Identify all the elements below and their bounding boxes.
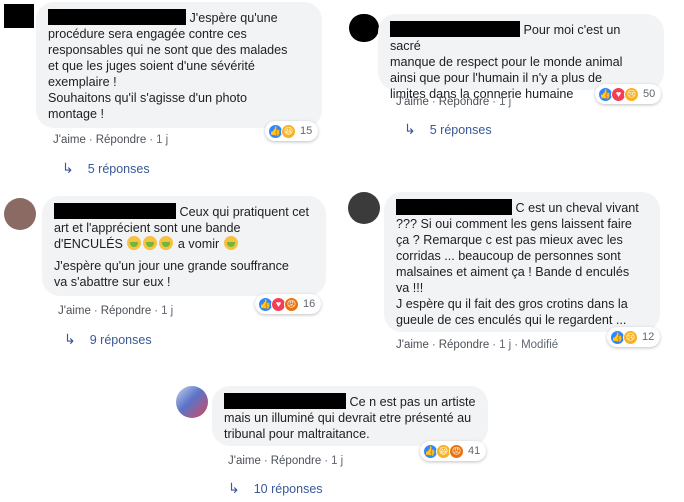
timestamp[interactable]: 1 j	[156, 134, 168, 146]
like-link[interactable]: J'aime	[53, 134, 86, 146]
comment-text: d'ENCULÉS	[54, 237, 123, 251]
comment-actions: J'aime · Répondre · 1 j	[396, 96, 512, 108]
comment-text: exemplaire !	[48, 75, 117, 89]
comment-text: responsables qui ne sont que des malades	[48, 43, 288, 57]
reply-arrow-icon: ↳	[62, 160, 74, 176]
nauseated-emoji-icon	[143, 236, 158, 250]
timestamp[interactable]: 1 j	[499, 96, 511, 108]
reaction-count: 50	[643, 88, 656, 100]
reply-link[interactable]: Répondre	[271, 455, 322, 467]
redacted-avatar	[4, 4, 34, 28]
comment-bubble: Ceux qui pratiquent cet art et l'appréci…	[42, 196, 326, 296]
comment-actions: J'aime · Répondre · 1 j	[53, 134, 169, 146]
reactions-summary[interactable]: 👍 😆 15	[265, 121, 319, 141]
timestamp[interactable]: 1 j	[331, 455, 343, 467]
nauseated-emoji-icon	[159, 236, 174, 250]
view-replies-link[interactable]: ↳ 5 réponses	[404, 121, 492, 138]
reply-link[interactable]: Répondre	[101, 305, 152, 317]
angry-icon: 😡	[284, 296, 299, 312]
timestamp[interactable]: 1 j	[499, 339, 511, 351]
comment-text: va s'abattre sur eux !	[54, 275, 171, 289]
comment-text: procédure sera engagée contre ces	[48, 27, 247, 41]
reply-link[interactable]: Répondre	[96, 134, 147, 146]
comment-bubble: J'espère qu'une procédure sera engagée c…	[36, 2, 322, 128]
edited-label[interactable]: Modifié	[521, 339, 558, 351]
comment-text: a vomir	[177, 237, 220, 251]
comment-text: C est un cheval vivant	[515, 201, 639, 215]
reaction-count: 16	[303, 298, 316, 310]
view-replies-link[interactable]: ↳ 10 réponses	[228, 480, 323, 497]
reaction-count: 41	[468, 445, 481, 457]
avatar	[4, 198, 36, 230]
comment-text: malsaines et aiment ça ! Bande d enculés	[396, 265, 630, 279]
reply-link[interactable]: Répondre	[439, 96, 490, 108]
avatar	[176, 386, 208, 418]
comment-text: gueule de ces enculés qui le regardent .…	[396, 313, 627, 327]
like-link[interactable]: J'aime	[396, 339, 429, 351]
like-link[interactable]: J'aime	[58, 305, 91, 317]
comment-bubble: Ce n est pas un artiste mais un illuminé…	[212, 386, 488, 446]
reactions-summary[interactable]: 👍 😆 😡 41	[420, 441, 487, 461]
comment-text: corridas ... beaucoup de personnes sont	[396, 249, 621, 263]
redacted-author-name	[224, 393, 346, 409]
comment-text: manque de respect pour le monde animal	[390, 55, 623, 69]
comment-bubble: Pour moi c'est un sacré manque de respec…	[378, 14, 664, 101]
avatar	[348, 192, 380, 224]
comment-text: mais un illuminé qui devrait etre présen…	[224, 411, 472, 425]
reply-arrow-icon: ↳	[404, 121, 416, 137]
comment-text: tribunal pour maltraitance.	[224, 427, 370, 441]
comment-text: J'espère qu'une	[189, 11, 278, 25]
comment-text: J'espère qu'un jour une grande souffranc…	[54, 259, 289, 273]
view-replies-link[interactable]: ↳ 9 réponses	[64, 331, 152, 348]
reply-arrow-icon: ↳	[228, 480, 240, 496]
redacted-author-name	[396, 199, 512, 215]
comment-text: Ce n est pas un artiste	[349, 395, 476, 409]
reaction-count: 12	[642, 331, 655, 343]
comment-text: et que les juges soient d'une sévérité	[48, 59, 255, 73]
redacted-author-name	[390, 21, 520, 37]
comment-text: ça ? Remarque c est pas mieux avec les	[396, 233, 623, 247]
redacted-author-name	[48, 9, 186, 25]
view-replies-link[interactable]: ↳ 5 réponses	[62, 160, 150, 177]
replies-count: 5 réponses	[87, 161, 150, 176]
comment-actions: J'aime · Répondre · 1 j	[58, 305, 174, 317]
haha-icon: 😆	[281, 123, 296, 139]
comment-text: Ceux qui pratiquent cet	[179, 205, 310, 219]
sad-icon: 😢	[624, 86, 639, 102]
replies-count: 5 réponses	[429, 122, 492, 137]
comment-actions: J'aime · Répondre · 1 j · Modifié	[396, 339, 559, 351]
comment-text: ??? Si oui comment les gens laissent fai…	[396, 217, 632, 231]
nauseated-emoji-icon	[127, 236, 142, 250]
comment-text: J espère qu il fait des gros crotins dan…	[396, 297, 628, 311]
comment-line: d'ENCULÉS a vomir	[54, 236, 314, 252]
comment-bubble: C est un cheval vivant ??? Si oui commen…	[384, 192, 660, 332]
reply-link[interactable]: Répondre	[439, 339, 490, 351]
timestamp[interactable]: 1 j	[161, 305, 173, 317]
comment-actions: J'aime · Répondre · 1 j	[228, 455, 344, 467]
redacted-author-name	[54, 203, 176, 219]
reaction-count: 15	[300, 125, 313, 137]
like-link[interactable]: J'aime	[396, 96, 429, 108]
replies-count: 9 réponses	[89, 332, 152, 347]
reply-arrow-icon: ↳	[64, 331, 76, 347]
reactions-summary[interactable]: 👍 😢 12	[607, 327, 661, 347]
sad-icon: 😢	[623, 329, 638, 345]
like-link[interactable]: J'aime	[228, 455, 261, 467]
redacted-avatar	[349, 14, 379, 42]
nauseated-emoji-icon	[223, 236, 238, 250]
comment-text: art et l'apprécient sont une bande	[54, 221, 241, 235]
comment-text: Souhaitons qu'il s'agisse d'un photo	[48, 91, 248, 105]
comment-text: montage !	[48, 107, 105, 121]
replies-count: 10 réponses	[253, 481, 323, 496]
comment-text: va !!!	[396, 281, 424, 295]
reactions-summary[interactable]: 👍 ♥ 😡 16	[255, 294, 322, 314]
angry-icon: 😡	[449, 443, 464, 459]
reactions-summary[interactable]: 👍 ♥ 😢 50	[595, 84, 662, 104]
